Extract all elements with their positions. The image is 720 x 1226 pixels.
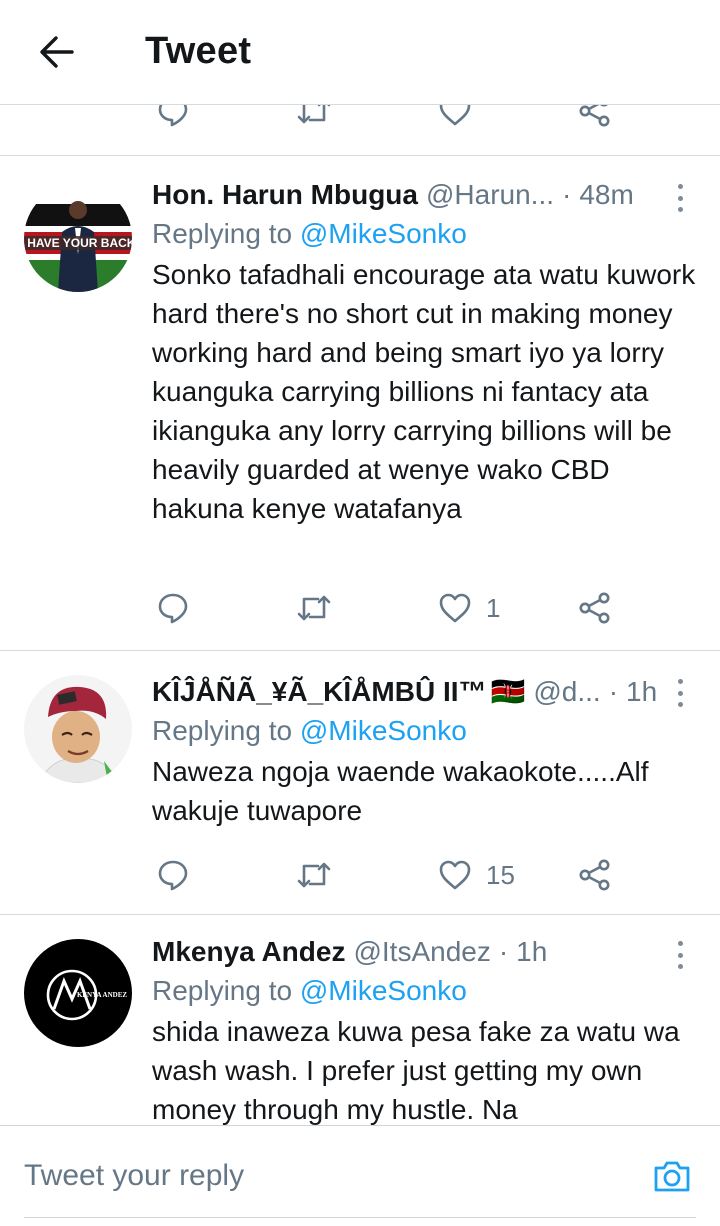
top-app-bar: Tweet — [0, 0, 720, 105]
reply-icon — [158, 860, 188, 891]
tweet-body: KÎĴÅÑÃ_¥Ã_KÎÅMBÛ II™ 🇰🇪 @d... · 1h Reply… — [152, 675, 696, 830]
reply-input-underline — [24, 1217, 696, 1218]
replying-to: Replying to @MikeSonko — [152, 972, 696, 1010]
more-icon-dot — [677, 702, 683, 707]
more-icon-dot — [677, 952, 683, 958]
user-name[interactable]: Hon. Harun Mbugua — [152, 178, 418, 212]
retweet-button[interactable] — [296, 588, 332, 628]
avatar-logo-text: KENYA ANDEZ — [77, 991, 127, 999]
user-handle[interactable]: @Harun... — [426, 178, 554, 212]
avatar[interactable]: I HAVE YOUR BACK — [24, 184, 132, 292]
user-handle[interactable]: @d... — [533, 675, 600, 709]
replying-to-label: Replying to — [152, 715, 300, 746]
avatar-overlay-text: I HAVE YOUR BACK — [24, 236, 132, 250]
avatar[interactable]: KENYA ANDEZ — [24, 939, 132, 1047]
heart-icon — [439, 593, 471, 623]
retweet-icon — [297, 862, 331, 888]
replying-to: Replying to @MikeSonko — [152, 215, 696, 253]
more-options-button[interactable] — [670, 675, 690, 711]
replying-to: Replying to @MikeSonko — [152, 712, 696, 750]
reply-input[interactable]: Tweet your reply — [24, 1126, 624, 1226]
reply-button[interactable] — [156, 588, 190, 628]
more-icon — [677, 679, 683, 684]
separator-dot: · — [498, 936, 509, 967]
separator-dot: · — [562, 179, 572, 210]
more-icon — [677, 941, 683, 946]
tweet-time: 48m — [579, 179, 634, 210]
camera-button[interactable] — [652, 1156, 692, 1196]
more-icon — [677, 184, 683, 189]
reply-icon — [158, 593, 188, 624]
tweet-text: Sonko tafadhali encourage ata watu kuwor… — [152, 259, 696, 524]
share-button[interactable] — [578, 855, 612, 895]
previous-tweet-actions — [0, 98, 720, 156]
replying-to-label: Replying to — [152, 218, 300, 249]
reply-button[interactable] — [156, 855, 190, 895]
share-button[interactable] — [578, 588, 612, 628]
tweet-time: 1h — [516, 936, 548, 967]
share-icon — [579, 592, 610, 624]
user-name[interactable]: KÎĴÅÑÃ_¥Ã_KÎÅMBÛ II™ — [152, 675, 487, 709]
tweet-item[interactable]: I HAVE YOUR BACK Hon. Harun Mbugua @Haru… — [0, 156, 720, 651]
user-name[interactable]: Mkenya Andez — [152, 935, 345, 969]
more-options-button[interactable] — [670, 180, 690, 216]
like-count: 1 — [486, 592, 501, 623]
retweet-icon — [297, 595, 331, 621]
like-button[interactable]: 1 — [438, 588, 500, 628]
tweet-body: Mkenya Andez @ItsAndez · 1h Replying to … — [152, 935, 696, 1125]
mention-link[interactable]: @MikeSonko — [300, 715, 467, 746]
more-options-button[interactable] — [670, 937, 690, 973]
tweet-header: Hon. Harun Mbugua @Harun... · 48m — [152, 178, 696, 212]
user-handle[interactable]: @ItsAndez — [353, 935, 490, 969]
tweet-actions: 15 — [152, 855, 632, 895]
tweet-actions: 1 — [152, 588, 632, 628]
share-icon — [579, 859, 610, 891]
more-icon-dot — [677, 195, 683, 201]
tweet-header: Mkenya Andez @ItsAndez · 1h — [152, 935, 696, 969]
tweet-text: Naweza ngoja waende wakaokote.....Alf wa… — [152, 756, 649, 826]
more-icon-dot — [677, 690, 683, 696]
replying-to-label: Replying to — [152, 975, 300, 1006]
heart-icon — [439, 860, 471, 890]
avatar[interactable] — [24, 675, 132, 783]
reply-composer-bar: Tweet your reply — [0, 1125, 720, 1226]
arrow-left-icon — [40, 36, 74, 68]
page-title: Tweet — [145, 30, 252, 72]
tweet-text: shida inaweza kuwa pesa fake za watu wa … — [152, 1016, 680, 1125]
retweet-button[interactable] — [296, 855, 332, 895]
back-button[interactable] — [30, 26, 82, 78]
mention-link[interactable]: @MikeSonko — [300, 218, 467, 249]
camera-icon — [654, 1161, 690, 1192]
more-icon-dot — [677, 964, 683, 969]
kenya-flag-icon: 🇰🇪 — [490, 676, 526, 707]
like-button[interactable]: 15 — [438, 855, 515, 895]
tweet-time: 1h — [626, 676, 658, 707]
more-icon-dot — [677, 207, 683, 212]
tweet-header: KÎĴÅÑÃ_¥Ã_KÎÅMBÛ II™ 🇰🇪 @d... · 1h — [152, 675, 696, 709]
like-count: 15 — [486, 859, 515, 890]
tweet-item[interactable]: KENYA ANDEZ Mkenya Andez @ItsAndez · 1h … — [0, 915, 720, 1125]
separator-dot: · — [608, 676, 619, 707]
tweet-item[interactable]: KÎĴÅÑÃ_¥Ã_KÎÅMBÛ II™ 🇰🇪 @d... · 1h Reply… — [0, 651, 720, 915]
tweet-body: Hon. Harun Mbugua @Harun... · 48m Replyi… — [152, 178, 696, 528]
mention-link[interactable]: @MikeSonko — [300, 975, 467, 1006]
